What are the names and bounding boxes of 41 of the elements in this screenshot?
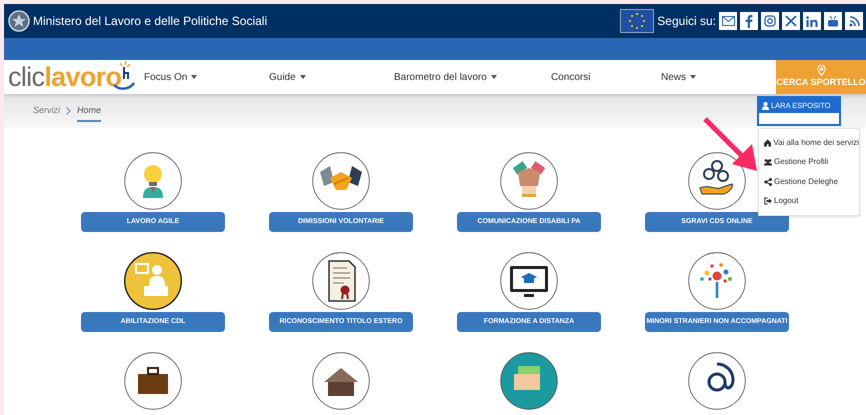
- handshake-icon[interactable]: [312, 152, 370, 210]
- eu-flag-icon: [620, 9, 654, 33]
- lightbulb-person-icon[interactable]: [124, 152, 182, 210]
- coins-hand-icon[interactable]: [688, 152, 746, 210]
- nav-link[interactable]: Barometro del lavoro: [394, 70, 497, 84]
- briefcase-icon[interactable]: [124, 352, 182, 410]
- ministry-title: Ministero del Lavoro e delle Politiche Sociali: [33, 13, 268, 30]
- facebook-icon[interactable]: [740, 12, 758, 30]
- chevron-right-icon: [66, 107, 72, 115]
- menu-item[interactable]: Gestione Profili: [764, 156, 859, 168]
- nav-link[interactable]: Focus On: [144, 70, 198, 84]
- at-sign-icon[interactable]: [688, 352, 746, 410]
- joined-hands-icon[interactable]: [500, 152, 558, 210]
- x-icon[interactable]: [782, 12, 800, 30]
- emblem-icon: [7, 9, 31, 33]
- rss-icon[interactable]: [845, 12, 863, 30]
- monitor-cap-icon[interactable]: [500, 252, 558, 310]
- nav-link[interactable]: Concorsi: [551, 70, 590, 84]
- tv-icon[interactable]: [824, 12, 842, 30]
- speaker-podium-icon[interactable]: [124, 252, 182, 310]
- linkedin-icon[interactable]: [803, 12, 821, 30]
- nav-link[interactable]: News: [661, 70, 696, 84]
- share-icon: [764, 178, 772, 186]
- camera-icon[interactable]: [761, 12, 779, 30]
- breadcrumb-link[interactable]: Servizi: [33, 104, 60, 118]
- cliclavoro-logo[interactable]: cliclavoro: [4, 60, 144, 94]
- breadcrumb-link[interactable]: Home: [77, 104, 102, 122]
- follow-label: Seguici su:: [657, 13, 716, 30]
- menu-item[interactable]: Vai alla home dei servizi: [764, 136, 859, 149]
- map-pin-icon: [816, 64, 826, 76]
- colorful-dots-icon[interactable]: [688, 252, 746, 310]
- user-icon: [762, 102, 769, 110]
- house-icon[interactable]: [312, 352, 370, 410]
- menu-item[interactable]: Gestione Deleghe: [764, 176, 859, 188]
- home-icon: [764, 138, 772, 147]
- mail-icon[interactable]: [719, 12, 737, 30]
- nav-link[interactable]: Guide: [269, 70, 306, 84]
- sign-out-icon: [764, 197, 772, 206]
- menu-item[interactable]: Logout: [764, 195, 859, 208]
- certificate-icon[interactable]: [312, 252, 370, 310]
- users-icon: [764, 158, 772, 166]
